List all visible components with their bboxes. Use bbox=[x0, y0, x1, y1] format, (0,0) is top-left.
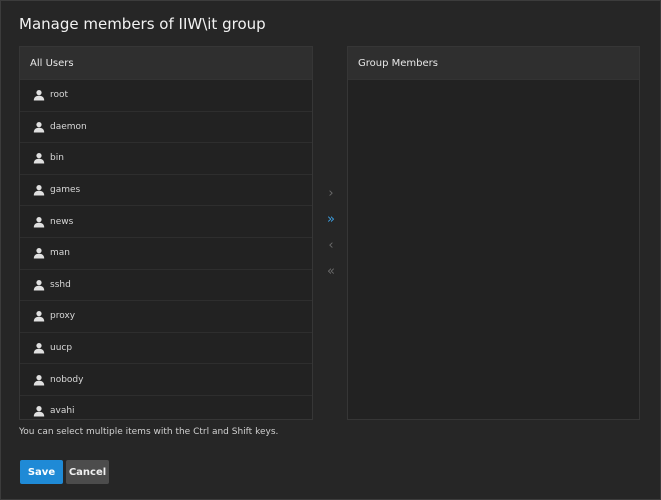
user-name: nobody bbox=[50, 374, 84, 385]
group-members-list[interactable] bbox=[348, 80, 639, 419]
user-icon bbox=[33, 405, 45, 417]
user-icon bbox=[33, 121, 45, 133]
list-item[interactable]: avahi bbox=[20, 396, 312, 419]
user-name: news bbox=[50, 216, 74, 227]
user-name: proxy bbox=[50, 311, 76, 322]
user-name: bin bbox=[50, 153, 64, 164]
list-item[interactable]: nobody bbox=[20, 364, 312, 396]
move-selected-left-icon[interactable]: ‹ bbox=[321, 233, 341, 259]
all-users-panel: All Users root daemon bin games news man sshd p… bbox=[19, 46, 313, 420]
user-icon bbox=[33, 374, 45, 386]
user-name: games bbox=[50, 185, 81, 196]
all-users-list[interactable]: root daemon bin games news man sshd proxy uucp no… bbox=[20, 80, 312, 419]
user-name: man bbox=[50, 248, 70, 259]
move-selected-right-icon[interactable]: › bbox=[321, 181, 341, 207]
selection-hint: You can select multiple items with the C… bbox=[19, 427, 279, 437]
all-users-header: All Users bbox=[20, 47, 312, 80]
list-item[interactable]: games bbox=[20, 175, 312, 207]
list-item[interactable]: daemon bbox=[20, 112, 312, 144]
user-icon bbox=[33, 216, 45, 228]
user-icon bbox=[33, 89, 45, 101]
dialog: Manage members of IIW\it group All Users… bbox=[0, 0, 661, 500]
user-name: avahi bbox=[50, 406, 75, 417]
user-icon bbox=[33, 279, 45, 291]
user-icon bbox=[33, 342, 45, 354]
group-members-header: Group Members bbox=[348, 47, 639, 80]
group-members-panel: Group Members bbox=[347, 46, 640, 420]
user-name: daemon bbox=[50, 121, 87, 132]
list-item[interactable]: news bbox=[20, 206, 312, 238]
move-all-left-icon[interactable]: « bbox=[321, 259, 341, 285]
user-name: sshd bbox=[50, 279, 71, 290]
user-icon bbox=[33, 310, 45, 322]
user-name: uucp bbox=[50, 343, 73, 354]
user-icon bbox=[33, 247, 45, 259]
cancel-button[interactable]: Cancel bbox=[66, 460, 109, 484]
list-item[interactable]: root bbox=[20, 80, 312, 112]
user-name: root bbox=[50, 90, 69, 101]
save-button[interactable]: Save bbox=[20, 460, 63, 484]
list-item[interactable]: proxy bbox=[20, 301, 312, 333]
list-item[interactable]: uucp bbox=[20, 333, 312, 365]
move-all-right-icon[interactable]: » bbox=[321, 207, 341, 233]
list-item[interactable]: bin bbox=[20, 143, 312, 175]
user-icon bbox=[33, 152, 45, 164]
dialog-title: Manage members of IIW\it group bbox=[19, 15, 266, 33]
user-icon bbox=[33, 184, 45, 196]
list-item[interactable]: sshd bbox=[20, 270, 312, 302]
list-item[interactable]: man bbox=[20, 238, 312, 270]
transfer-controls: › » ‹ « bbox=[321, 181, 341, 285]
